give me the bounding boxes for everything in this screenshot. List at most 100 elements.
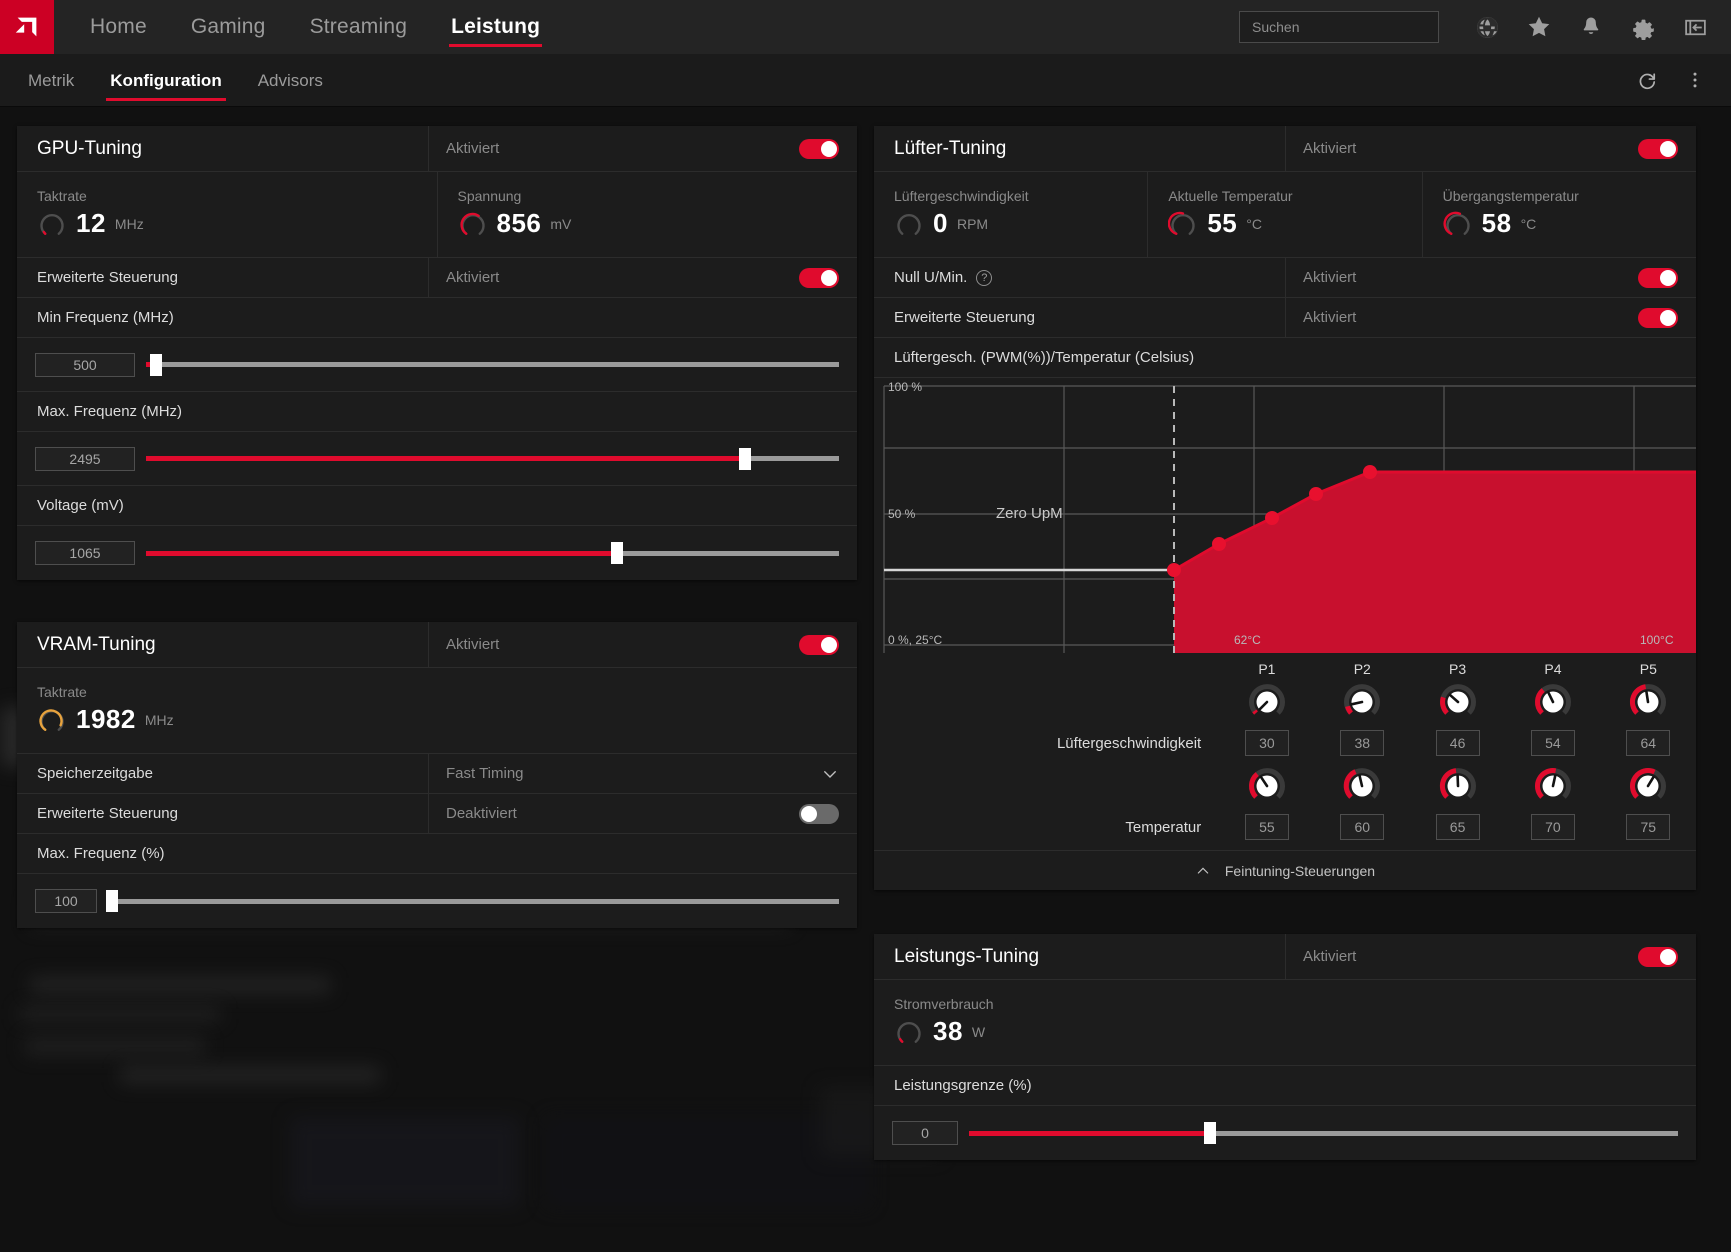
nav-item-streaming[interactable]: Streaming: [288, 0, 430, 54]
zero-rpm-toggle[interactable]: [1638, 267, 1678, 288]
fan-speed-value-p2[interactable]: 38: [1340, 730, 1385, 756]
max-freq-knob[interactable]: [739, 447, 752, 470]
reset-button[interactable]: [1623, 54, 1671, 107]
temperature-value-p2[interactable]: 60: [1340, 814, 1385, 840]
vram-max-freq-knob[interactable]: [105, 890, 118, 912]
tab-metrik[interactable]: Metrik: [10, 54, 92, 107]
curve-point-p3: [1265, 511, 1279, 525]
right-column: Lüfter-Tuning Aktiviert Lüftergeschwindi…: [874, 126, 1696, 1174]
fan-speed-knob-p2[interactable]: [1342, 682, 1382, 722]
search-input[interactable]: [1252, 19, 1433, 35]
memory-timing-label: Speicherzeitgabe: [17, 754, 429, 793]
voltage-value[interactable]: 1065: [35, 541, 135, 565]
power-tuning-card: Leistungs-Tuning Aktiviert Stromverbrauc…: [874, 934, 1696, 1160]
metric-number: 1982: [76, 704, 136, 734]
help-circle-icon[interactable]: ?: [976, 269, 993, 286]
fan-tuning-toggle[interactable]: [1638, 138, 1678, 159]
fan-speed-cell-p3: 46: [1410, 730, 1505, 756]
fan-speed-value-p1[interactable]: 30: [1244, 730, 1289, 756]
min-freq-knob[interactable]: [150, 353, 163, 376]
fan-speed-value-row: Lüftergeschwindigkeit 30 38 46 54 64: [874, 730, 1696, 756]
metric-number: 38: [933, 1016, 963, 1046]
tab-advisors[interactable]: Advisors: [240, 54, 341, 107]
fan-speed-knob-p5-cell[interactable]: [1601, 682, 1696, 730]
temperature-value-p1[interactable]: 55: [1244, 814, 1289, 840]
temp-knob-p1-cell[interactable]: [1219, 756, 1314, 814]
vram-max-freq-value[interactable]: 100: [35, 889, 97, 913]
memory-timing-dropdown[interactable]: [821, 754, 857, 793]
temperature-value-p5[interactable]: 75: [1626, 814, 1671, 840]
slider-fill: [969, 1130, 1211, 1136]
amd-logo[interactable]: [0, 0, 54, 54]
max-freq-value[interactable]: 2495: [35, 446, 135, 471]
fan-speed-knob-p3-cell[interactable]: [1410, 682, 1505, 730]
power-limit-track[interactable]: [969, 1122, 1678, 1144]
configuration-workspace: GPU-Tuning Aktiviert Taktrate 12 MHz Spa…: [0, 107, 1731, 1252]
fan-speed-knob-p4-cell[interactable]: [1505, 682, 1600, 730]
notifications-button[interactable]: [1565, 0, 1617, 54]
min-freq-value[interactable]: 500: [35, 352, 135, 377]
min-freq-track[interactable]: [146, 353, 839, 376]
more-options-button[interactable]: [1671, 54, 1719, 107]
fan-speed-knob-p2-cell[interactable]: [1315, 682, 1410, 730]
temp-knob-p2-cell[interactable]: [1315, 756, 1410, 814]
temp-cell-p1: 55: [1219, 814, 1314, 840]
power-tuning-toggle[interactable]: [1638, 946, 1678, 967]
gear-icon: [1632, 19, 1654, 40]
temp-knob-p3-cell[interactable]: [1410, 756, 1505, 814]
fan-speed-knob-p1-cell[interactable]: [1219, 682, 1314, 730]
fan-curve-chart[interactable]: 100 % 50 % 0 %, 25°C Zero UpM 62°C 100°C: [874, 378, 1696, 653]
max-freq-track[interactable]: [146, 447, 839, 470]
temperature-knob-p1[interactable]: [1247, 766, 1287, 806]
vram-max-freq-track[interactable]: [105, 890, 839, 912]
vram-advanced-toggle[interactable]: [799, 803, 839, 824]
vram-advanced-control-row: Erweiterte Steuerung Deaktiviert: [17, 794, 857, 834]
vram-tuning-header: VRAM-Tuning Aktiviert: [17, 622, 857, 668]
fine-tuning-controls-toggle[interactable]: Feintuning-Steuerungen: [874, 850, 1696, 890]
nav-item-home[interactable]: Home: [68, 0, 169, 54]
voltage-track[interactable]: [146, 542, 839, 564]
fan-curve-svg[interactable]: [874, 378, 1696, 653]
chevron-up-icon: [1197, 866, 1209, 874]
temperature-knob-p5[interactable]: [1628, 766, 1668, 806]
temperature-knob-p4[interactable]: [1533, 766, 1573, 806]
power-limit-value[interactable]: 0: [892, 1121, 958, 1145]
gpu-tuning-toggle[interactable]: [799, 138, 839, 159]
metric-number: 55: [1207, 208, 1238, 238]
vram-tuning-toggle[interactable]: [799, 634, 839, 655]
settings-button[interactable]: [1617, 0, 1669, 54]
fan-speed-row-label: Lüftergeschwindigkeit: [1056, 734, 1202, 752]
fan-speed-value-p3[interactable]: 46: [1435, 730, 1480, 756]
gpu-advanced-toggle[interactable]: [799, 267, 839, 288]
power-limit-knob[interactable]: [1204, 1122, 1217, 1144]
fan-speed-knob-p3[interactable]: [1438, 682, 1478, 722]
globe-button[interactable]: [1461, 0, 1513, 54]
fan-speed-knob-p5[interactable]: [1628, 682, 1668, 722]
star-icon: [1528, 16, 1550, 37]
search-box[interactable]: [1239, 11, 1439, 43]
metric-gpu-taktrate: Taktrate 12 MHz: [17, 172, 438, 257]
fan-speed-value-p4[interactable]: 54: [1530, 730, 1575, 756]
points-table: P1 P2 P3 P4 P5 Lüftergeschwindigkeit 30 …: [874, 661, 1696, 840]
temp-knob-p5-cell[interactable]: [1601, 756, 1696, 814]
temperature-row-label: Temperatur: [1125, 818, 1202, 836]
temp-cell-p3: 65: [1410, 814, 1505, 840]
fan-speed-value-p5[interactable]: 64: [1626, 730, 1671, 756]
metric-label: Taktrate: [37, 684, 87, 700]
nav-item-gaming[interactable]: Gaming: [169, 0, 288, 54]
fan-speed-knob-p1[interactable]: [1247, 682, 1287, 722]
collapse-panel-button[interactable]: [1669, 0, 1721, 54]
fan-speed-knob-p4[interactable]: [1533, 682, 1573, 722]
temperature-knob-row: [874, 756, 1696, 814]
voltage-knob[interactable]: [611, 542, 624, 564]
fan-advanced-toggle[interactable]: [1638, 307, 1678, 328]
nav-item-leistung[interactable]: Leistung: [429, 0, 562, 54]
temp-knob-p4-cell[interactable]: [1505, 756, 1600, 814]
temperature-knob-p3[interactable]: [1438, 766, 1478, 806]
memory-timing-value[interactable]: Fast Timing: [429, 754, 821, 793]
temperature-value-p3[interactable]: 65: [1435, 814, 1480, 840]
temperature-value-p4[interactable]: 70: [1530, 814, 1575, 840]
tab-konfiguration[interactable]: Konfiguration: [92, 54, 239, 107]
temperature-knob-p2[interactable]: [1342, 766, 1382, 806]
favorites-button[interactable]: [1513, 0, 1565, 54]
